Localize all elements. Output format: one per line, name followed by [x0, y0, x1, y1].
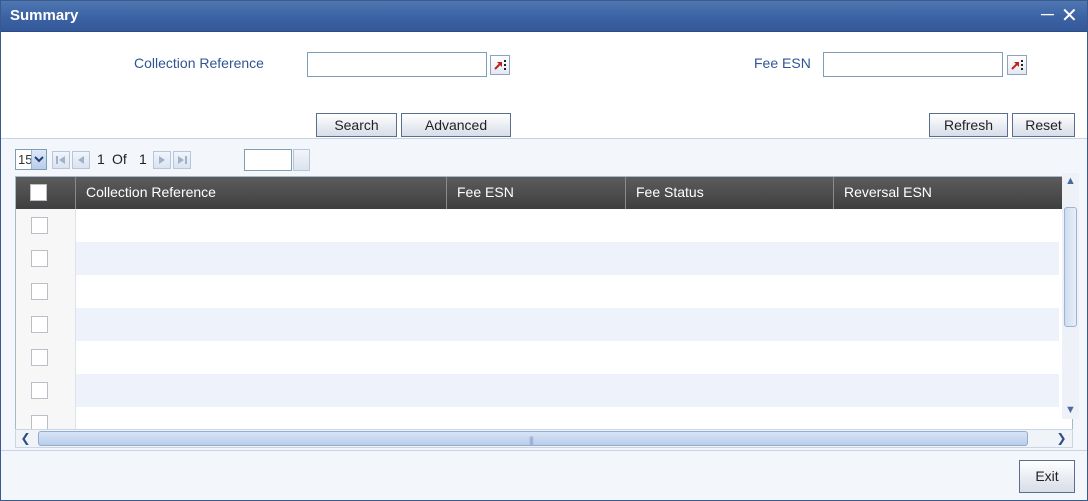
- goto-page-button[interactable]: [293, 149, 310, 171]
- horizontal-scrollbar[interactable]: ❮ ||| ❯: [15, 429, 1073, 448]
- collection-reference-label: Collection Reference: [134, 55, 264, 71]
- reset-button[interactable]: Reset: [1012, 113, 1075, 137]
- row-select-cell: [16, 275, 76, 308]
- scroll-left-icon[interactable]: ❮: [16, 430, 35, 447]
- search-button[interactable]: Search: [316, 113, 397, 137]
- select-all-cell: [16, 177, 76, 209]
- exit-button[interactable]: Exit: [1019, 460, 1075, 493]
- of-label: Of: [112, 151, 127, 167]
- scroll-up-icon[interactable]: ▲: [1062, 173, 1079, 190]
- row-checkbox[interactable]: [31, 250, 48, 267]
- row-select-cell: [16, 374, 76, 407]
- row-select-cell: [16, 209, 76, 242]
- select-all-checkbox[interactable]: [30, 184, 47, 201]
- row-checkbox[interactable]: [31, 217, 48, 234]
- column-header[interactable]: Fee ESN: [447, 177, 626, 209]
- table-row[interactable]: [16, 341, 1059, 374]
- scroll-right-icon[interactable]: ❯: [1052, 430, 1071, 447]
- table-row[interactable]: [16, 308, 1059, 341]
- goto-page-input[interactable]: [244, 149, 292, 171]
- table-row[interactable]: [16, 275, 1059, 308]
- window-title: Summary: [10, 7, 79, 24]
- advanced-button[interactable]: Advanced: [401, 113, 511, 137]
- row-select-cell: [16, 341, 76, 374]
- collection-reference-lov-button[interactable]: [490, 55, 510, 75]
- row-select-cell: [16, 242, 76, 275]
- first-page-icon[interactable]: [52, 151, 70, 169]
- column-header[interactable]: Fee Status: [626, 177, 834, 209]
- refresh-button[interactable]: Refresh: [929, 113, 1008, 137]
- row-checkbox[interactable]: [31, 382, 48, 399]
- collection-reference-input[interactable]: [307, 52, 487, 77]
- scroll-grip-icon: |||: [529, 435, 534, 445]
- chevron-down-icon[interactable]: [31, 150, 46, 169]
- grid-header: Collection Reference Fee ESN Fee Status …: [16, 177, 1072, 209]
- search-panel: Collection Reference Fee ESN Search Adva…: [1, 32, 1087, 139]
- table-row[interactable]: [16, 209, 1059, 242]
- last-page-icon[interactable]: [173, 151, 191, 169]
- current-page: 1: [97, 151, 105, 167]
- minimize-icon[interactable]: ─: [1041, 4, 1054, 25]
- list-of-values-icon: [1011, 60, 1023, 70]
- fee-esn-lov-button[interactable]: [1007, 55, 1027, 75]
- column-header[interactable]: Reversal ESN: [834, 177, 1072, 209]
- list-of-values-icon: [494, 60, 506, 70]
- row-checkbox[interactable]: [31, 316, 48, 333]
- row-checkbox[interactable]: [31, 349, 48, 366]
- title-bar[interactable]: Summary ─ ✕: [1, 1, 1087, 32]
- close-icon[interactable]: ✕: [1061, 3, 1078, 28]
- column-header[interactable]: Collection Reference: [76, 177, 447, 209]
- previous-page-icon[interactable]: [72, 151, 90, 169]
- scroll-down-icon[interactable]: ▼: [1062, 402, 1079, 419]
- page-size-select[interactable]: 15: [15, 149, 47, 170]
- table-row[interactable]: [16, 242, 1059, 275]
- fee-esn-input[interactable]: [823, 52, 1003, 77]
- horizontal-scroll-thumb[interactable]: |||: [38, 431, 1028, 446]
- row-select-cell: [16, 308, 76, 341]
- fee-esn-label: Fee ESN: [754, 55, 811, 71]
- table-row[interactable]: [16, 374, 1059, 407]
- next-page-icon[interactable]: [153, 151, 171, 169]
- results-grid: Collection Reference Fee ESN Fee Status …: [15, 176, 1073, 432]
- summary-window: Summary ─ ✕ Collection Reference Fee ESN: [0, 0, 1088, 501]
- pagination-bar: 15 1 Of 1: [1, 140, 1087, 172]
- footer-divider: [1, 450, 1087, 451]
- row-checkbox[interactable]: [31, 283, 48, 300]
- vertical-scroll-thumb[interactable]: [1064, 207, 1077, 327]
- vertical-scrollbar[interactable]: ▲ ▼: [1062, 173, 1079, 419]
- total-pages: 1: [139, 151, 147, 167]
